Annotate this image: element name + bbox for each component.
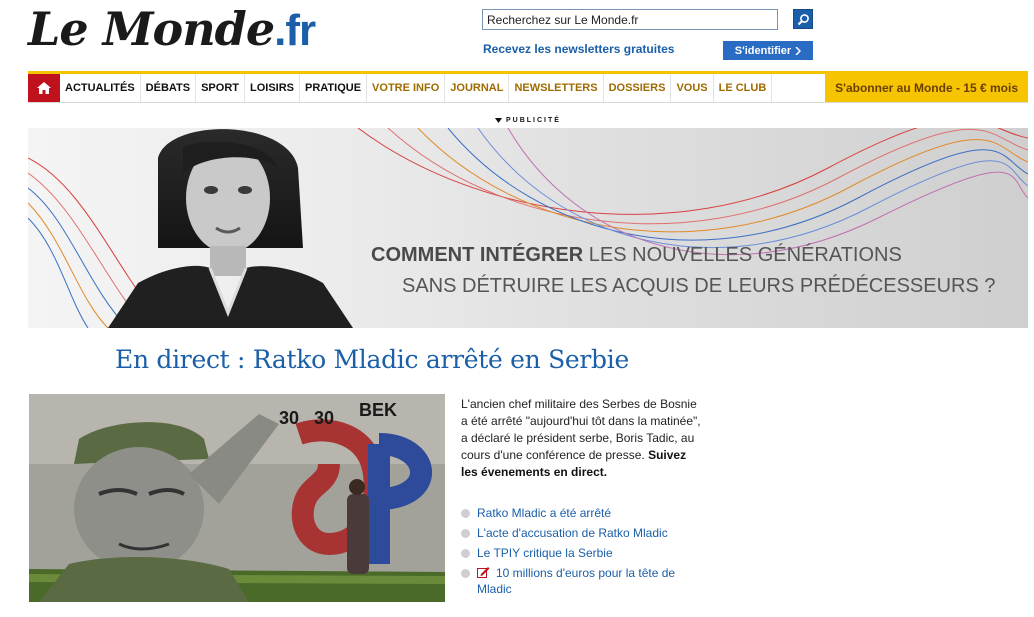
ad-label-text: PUBLICITÉ	[506, 117, 561, 124]
related-link-4[interactable]: 10 millions d'euros pour la tête de Mlad…	[477, 565, 711, 597]
nav-home-button[interactable]	[28, 74, 60, 102]
nav-item-pratique[interactable]: PRATIQUE	[300, 74, 368, 102]
nav-item-debats[interactable]: DÉBATS	[141, 74, 197, 102]
article-photo[interactable]: 30 30 BEK	[29, 394, 445, 602]
ad-banner[interactable]: COMMENT INTÉGRER LES NOUVELLES GÉNÉRATIO…	[28, 128, 1028, 328]
related-links: Ratko Mladic a été arrêté L'acte d'accus…	[461, 505, 711, 601]
list-item: L'acte d'accusation de Ratko Mladic	[461, 525, 711, 541]
nav-item-votre-info[interactable]: VOTRE INFO	[367, 74, 446, 102]
nav-item-newsletters[interactable]: NEWSLETTERS	[509, 74, 604, 102]
nav-item-actualites[interactable]: ACTUALITÉS	[60, 74, 141, 102]
bullet-icon	[461, 549, 470, 558]
triangle-down-icon	[495, 118, 502, 123]
article-headline[interactable]: En direct : Ratko Mladic arrêté en Serbi…	[115, 345, 629, 374]
search-input[interactable]	[482, 9, 778, 30]
bullet-icon	[461, 509, 470, 518]
search-button[interactable]	[793, 9, 813, 29]
list-item: Le TPIY critique la Serbie	[461, 545, 711, 561]
home-icon	[37, 82, 51, 94]
svg-text:30: 30	[314, 408, 334, 428]
related-link-3[interactable]: Le TPIY critique la Serbie	[477, 545, 613, 561]
site-logo[interactable]: Le Monde .fr	[28, 2, 316, 56]
bullet-icon	[461, 529, 470, 538]
svg-text:BEK: BEK	[359, 400, 397, 420]
edit-icon	[477, 567, 490, 578]
ad-label: PUBLICITÉ	[495, 117, 561, 124]
logo-le-monde: Le Monde	[28, 2, 275, 56]
nav-item-vous[interactable]: VOUS	[671, 74, 714, 102]
subscribe-button[interactable]: S'abonner au Monde - 15 € mois	[825, 74, 1028, 102]
ad-headline-line1: COMMENT INTÉGRER LES NOUVELLES GÉNÉRATIO…	[371, 244, 902, 267]
login-label: S'identifier	[734, 44, 792, 57]
chevron-right-icon	[795, 46, 802, 55]
login-button[interactable]: S'identifier	[723, 41, 813, 60]
article-summary: L'ancien chef militaire des Serbes de Bo…	[461, 396, 701, 481]
nav-item-loisirs[interactable]: LOISIRS	[245, 74, 301, 102]
logo-fr: .fr	[274, 6, 316, 55]
related-link-4-label: 10 millions d'euros pour la tête de Mlad…	[477, 566, 676, 596]
svg-text:30: 30	[279, 408, 299, 428]
nav-item-dossiers[interactable]: DOSSIERS	[604, 74, 672, 102]
ad-headline-bold: COMMENT INTÉGRER	[371, 244, 584, 266]
nav-item-le-club[interactable]: LE CLUB	[714, 74, 773, 102]
list-item: Ratko Mladic a été arrêté	[461, 505, 711, 521]
nav-item-journal[interactable]: JOURNAL	[445, 74, 510, 102]
related-link-1[interactable]: Ratko Mladic a été arrêté	[477, 505, 611, 521]
bullet-icon	[461, 569, 470, 578]
main-nav: ACTUALITÉS DÉBATS SPORT LOISIRS PRATIQUE…	[28, 71, 1028, 103]
mural-photo: 30 30 BEK	[29, 394, 445, 602]
related-link-2[interactable]: L'acte d'accusation de Ratko Mladic	[477, 525, 668, 541]
ad-woman-photo	[108, 129, 353, 328]
list-item: 10 millions d'euros pour la tête de Mlad…	[461, 565, 711, 597]
ad-headline-line2: SANS DÉTRUIRE LES ACQUIS DE LEURS PRÉDÉC…	[402, 275, 996, 297]
newsletter-link[interactable]: Recevez les newsletters gratuites	[483, 42, 674, 56]
ad-headline-rest: LES NOUVELLES GÉNÉRATIONS	[583, 244, 902, 266]
nav-item-sport[interactable]: SPORT	[196, 74, 245, 102]
search-icon	[797, 13, 809, 25]
